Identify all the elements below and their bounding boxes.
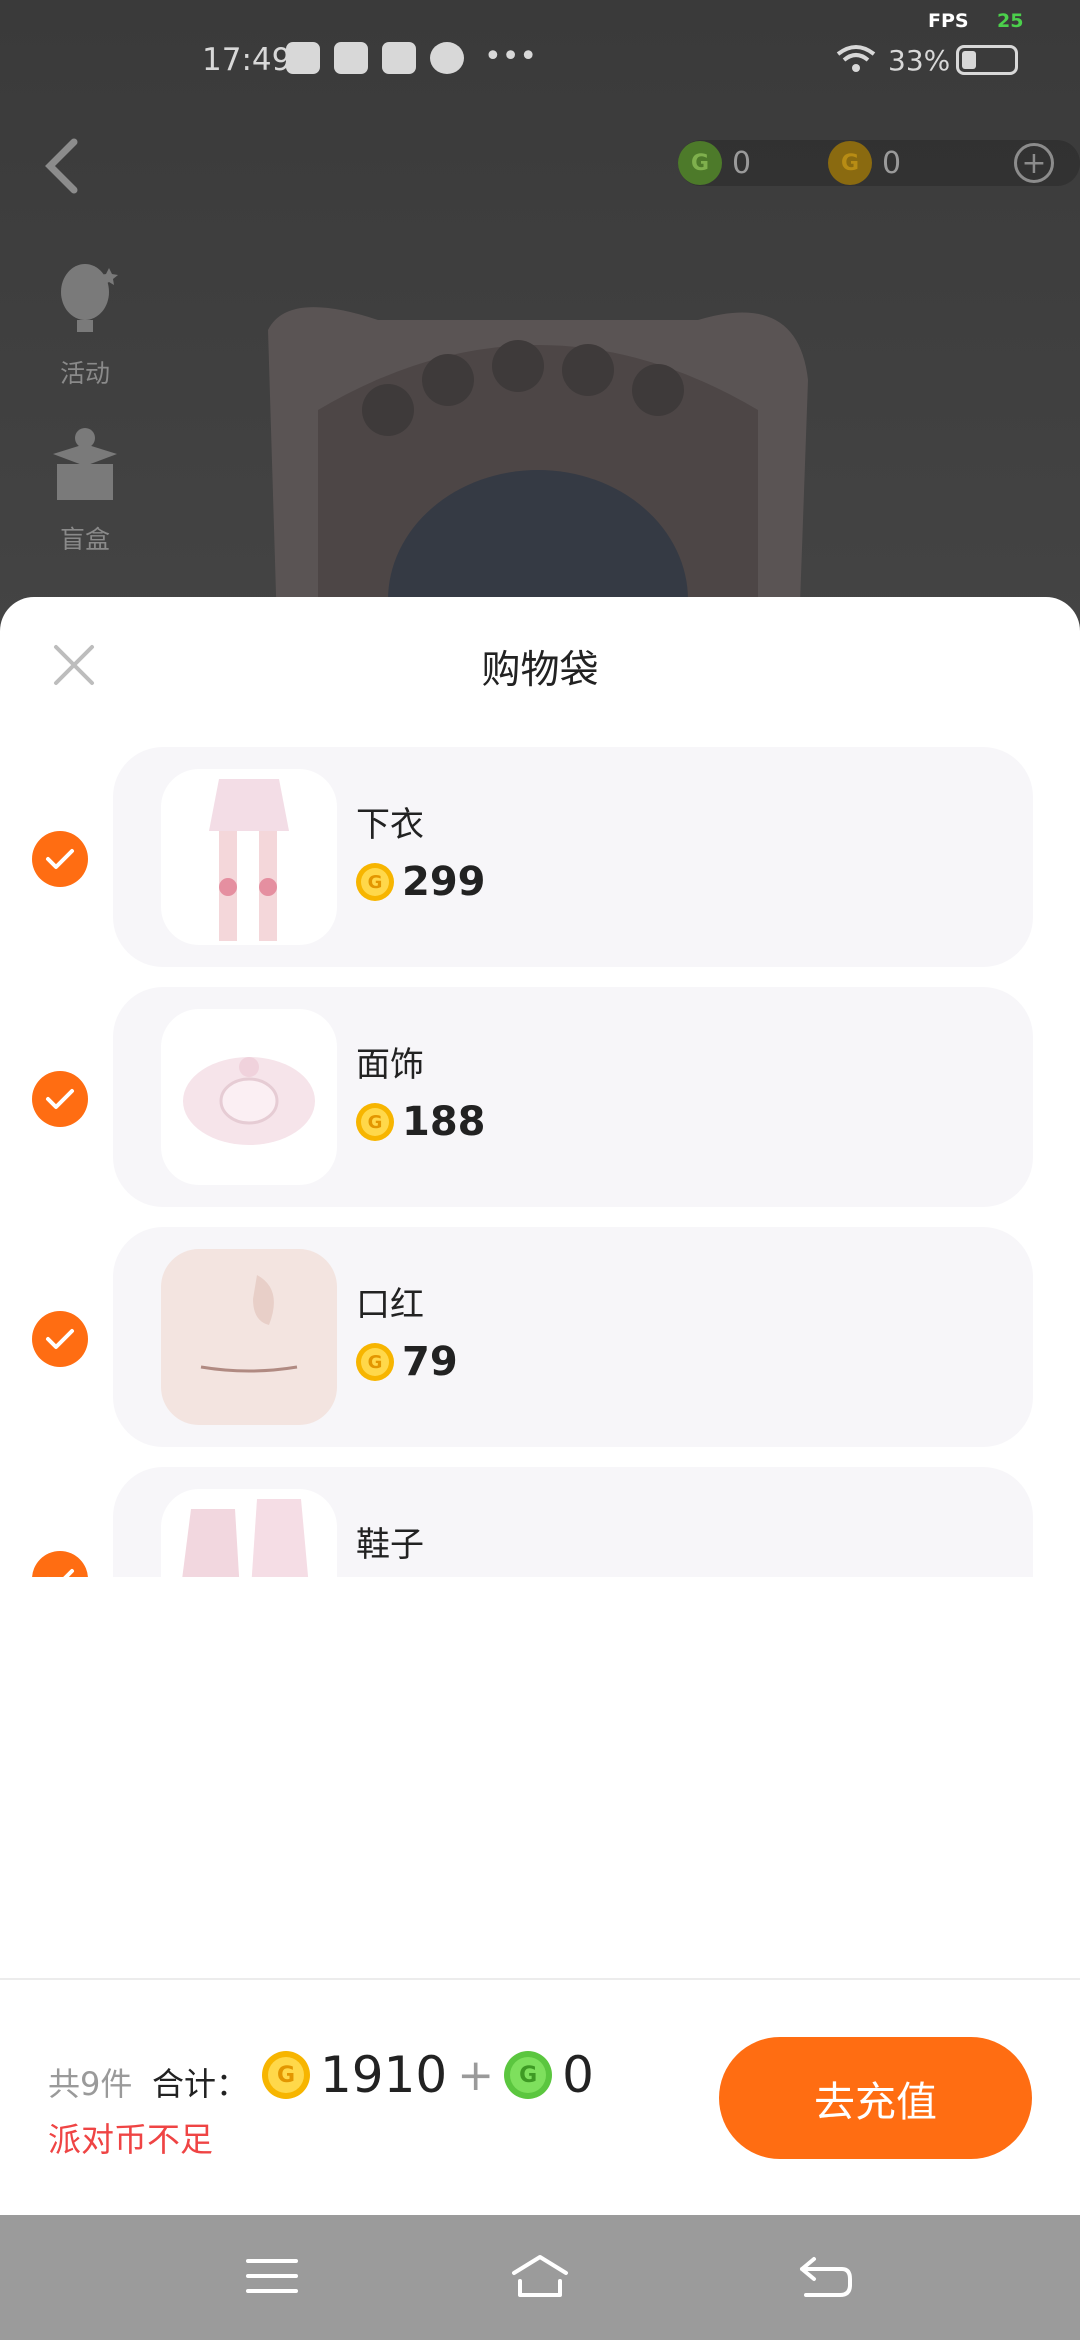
side-button-label: 活动	[59, 359, 110, 388]
side-button-activity[interactable]: 活动	[30, 258, 140, 390]
item-thumbnail-skirt	[161, 769, 337, 945]
green-coin-icon: G	[678, 141, 722, 185]
item-card[interactable]: 下衣 G 299	[113, 747, 1033, 967]
item-thumbnail-shoes	[161, 1489, 337, 1577]
checkbox-checked-icon[interactable]	[32, 1551, 88, 1577]
green-coin-icon: G	[504, 2051, 553, 2099]
balloon-icon	[61, 264, 118, 332]
app-icon	[430, 42, 464, 74]
side-button-blindbox[interactable]: 盲盒	[30, 424, 140, 556]
cloud-icon	[286, 42, 320, 74]
checkbox-checked-icon[interactable]	[32, 1311, 88, 1367]
notification-icons: •••	[286, 42, 537, 74]
character-preview	[268, 307, 808, 640]
gold-total: 1910	[320, 2046, 448, 2104]
menu-icon[interactable]	[242, 2251, 302, 2301]
status-time: 17:49	[202, 42, 292, 78]
item-price-value: 188	[402, 1099, 486, 1145]
insufficient-funds-warning: 派对币不足	[48, 2120, 213, 2159]
add-currency-button[interactable]: +	[1014, 143, 1054, 183]
cart-item[interactable]: 鞋子 G 399	[0, 1467, 1080, 1577]
item-card[interactable]: 鞋子 G 399	[113, 1467, 1033, 1577]
item-thumbnail-pacifier	[161, 1009, 337, 1185]
cart-item-list[interactable]: 下衣 G 299 面饰 G 188 口红 G 79 鞋子	[0, 747, 1080, 1577]
fps-label: FPS	[928, 10, 969, 32]
item-price-value: 299	[402, 859, 486, 905]
green-total: 0	[562, 2046, 594, 2104]
checkout-footer: 共9件 合计： G 1910 + G 0 派对币不足 去充值	[0, 1978, 1080, 2215]
item-price: G 299	[356, 859, 486, 905]
gold-coin-icon: G	[356, 1103, 394, 1141]
gold-currency-value: 0	[882, 145, 902, 181]
back-icon[interactable]	[796, 2251, 856, 2301]
back-arrow-icon[interactable]	[38, 136, 88, 196]
sheet-title: 购物袋	[481, 648, 599, 693]
currency-bar: G 0 G 0 +	[678, 140, 1080, 186]
message-icon	[334, 42, 368, 74]
blind-box-icon	[53, 428, 117, 500]
item-name: 口红	[356, 1285, 424, 1325]
plus-sign: +	[457, 2049, 495, 2101]
item-thumbnail-lipstick	[161, 1249, 337, 1425]
item-name: 下衣	[356, 805, 424, 845]
total-price: G 1910 + G 0	[262, 2046, 594, 2104]
recharge-button[interactable]: 去充值	[719, 2037, 1032, 2159]
item-card[interactable]: 口红 G 79	[113, 1227, 1033, 1447]
cart-item[interactable]: 面饰 G 188	[0, 987, 1080, 1207]
fps-value: 25	[997, 10, 1024, 32]
item-name: 鞋子	[356, 1525, 424, 1565]
cart-item[interactable]: 口红 G 79	[0, 1227, 1080, 1447]
checkbox-checked-icon[interactable]	[32, 1071, 88, 1127]
item-price: G 188	[356, 1099, 486, 1145]
checkbox-checked-icon[interactable]	[32, 831, 88, 887]
item-price: G 79	[356, 1339, 458, 1385]
battery-percent: 33%	[888, 44, 951, 77]
item-card[interactable]: 面饰 G 188	[113, 987, 1033, 1207]
cart-item[interactable]: 下衣 G 299	[0, 747, 1080, 967]
gold-coin-icon: G	[262, 2051, 310, 2099]
background-scene: 17:49 ••• FPS 25 33% G 0 G 0 + 活动 盲盒	[0, 0, 1080, 640]
status-bar: 17:49 ••• FPS 25 33%	[0, 0, 1080, 120]
item-count: 共9件	[48, 2065, 133, 2103]
wifi-icon	[836, 45, 876, 72]
gold-currency: G 0	[828, 141, 1008, 185]
message-icon	[382, 42, 416, 74]
item-name: 面饰	[356, 1045, 424, 1085]
gold-coin-icon: G	[828, 141, 872, 185]
gold-coin-icon: G	[356, 863, 394, 901]
battery-icon	[956, 45, 1018, 75]
total-label: 合计：	[152, 2065, 249, 2103]
green-currency-value: 0	[732, 145, 752, 181]
gold-coin-icon: G	[356, 1343, 394, 1381]
shopping-bag-sheet: 购物袋 下衣 G 299 面饰 G 188 口红 G 79 鞋子 共9件 合计：…	[0, 597, 1080, 2215]
sheet-header: 购物袋	[0, 597, 1080, 732]
home-icon[interactable]	[510, 2251, 570, 2301]
more-dots-icon: •••	[484, 39, 538, 74]
side-button-label: 盲盒	[59, 525, 110, 554]
system-nav-bar	[0, 2215, 1080, 2340]
item-price-value: 79	[402, 1339, 458, 1385]
